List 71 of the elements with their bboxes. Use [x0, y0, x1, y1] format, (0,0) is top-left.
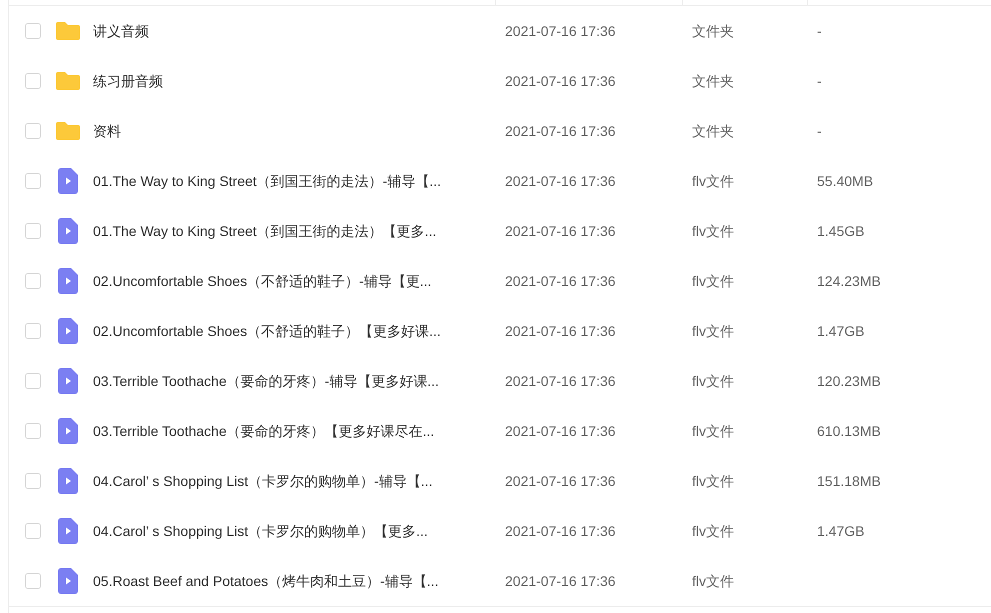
file-type: 文件夹: [692, 122, 734, 138]
folder-icon: [55, 21, 81, 41]
checkbox[interactable]: [25, 173, 41, 189]
file-size: 1.47GB: [817, 522, 864, 538]
file-type: flv文件: [692, 272, 734, 288]
file-size: -: [817, 122, 822, 138]
video-file-icon: [58, 468, 78, 494]
file-name[interactable]: 04.Carol’ s Shopping List（卡罗尔的购物单）-辅导【...: [93, 470, 432, 492]
modified-time: 2021-07-16 17:36: [505, 472, 616, 488]
checkbox[interactable]: [25, 523, 41, 539]
checkbox[interactable]: [25, 23, 41, 39]
file-size: 1.45GB: [817, 222, 864, 238]
checkbox[interactable]: [25, 273, 41, 289]
modified-time: 2021-07-16 17:36: [505, 222, 616, 238]
file-name[interactable]: 04.Carol’ s Shopping List（卡罗尔的购物单）【更多...: [93, 520, 428, 542]
file-size: 55.40MB: [817, 172, 874, 188]
file-size: 120.23MB: [817, 372, 881, 388]
file-name[interactable]: 01.The Way to King Street（到国王街的走法）【更多...: [93, 220, 436, 242]
video-file-icon: [58, 318, 78, 344]
file-type: flv文件: [692, 522, 734, 538]
file-size: -: [817, 72, 822, 88]
file-name[interactable]: 03.Terrible Toothache（要命的牙疼）【更多好课尽在...: [93, 420, 434, 442]
file-type: flv文件: [692, 572, 734, 588]
video-file-icon: [58, 518, 78, 544]
file-name[interactable]: 05.Roast Beef and Potatoes（烤牛肉和土豆）-辅导【...: [93, 570, 438, 592]
file-type: flv文件: [692, 172, 734, 188]
folder-icon: [55, 71, 81, 91]
modified-time: 2021-07-16 17:36: [505, 272, 616, 288]
file-name[interactable]: 03.Terrible Toothache（要命的牙疼）-辅导【更多好课...: [93, 370, 439, 392]
modified-time: 2021-07-16 17:36: [505, 22, 616, 38]
file-name[interactable]: 讲义音频: [93, 20, 149, 42]
checkbox[interactable]: [25, 73, 41, 89]
checkbox[interactable]: [25, 323, 41, 339]
modified-time: 2021-07-16 17:36: [505, 372, 616, 388]
video-file-icon: [58, 568, 78, 594]
file-name[interactable]: 练习册音频: [93, 70, 163, 92]
file-type: 文件夹: [692, 22, 734, 38]
file-size: 1.47GB: [817, 322, 864, 338]
modified-time: 2021-07-16 17:36: [505, 122, 616, 138]
file-name[interactable]: 02.Uncomfortable Shoes（不舒适的鞋子）【更多好课...: [93, 320, 441, 342]
file-type: flv文件: [692, 222, 734, 238]
folder-icon: [55, 121, 81, 141]
modified-time: 2021-07-16 17:36: [505, 422, 616, 438]
modified-time: 2021-07-16 17:36: [505, 522, 616, 538]
file-size: 610.13MB: [817, 422, 881, 438]
video-file-icon: [58, 168, 78, 194]
checkbox[interactable]: [25, 123, 41, 139]
modified-time: 2021-07-16 17:36: [505, 572, 616, 588]
file-type: flv文件: [692, 472, 734, 488]
checkbox[interactable]: [25, 423, 41, 439]
file-name[interactable]: 资料: [93, 120, 121, 142]
checkbox[interactable]: [25, 223, 41, 239]
file-type: flv文件: [692, 422, 734, 438]
video-file-icon: [58, 218, 78, 244]
file-size: 151.18MB: [817, 472, 881, 488]
checkbox[interactable]: [25, 573, 41, 589]
checkbox[interactable]: [25, 473, 41, 489]
file-type: flv文件: [692, 372, 734, 388]
file-size: -: [817, 22, 822, 38]
file-size: 124.23MB: [817, 272, 881, 288]
file-name[interactable]: 02.Uncomfortable Shoes（不舒适的鞋子）-辅导【更...: [93, 270, 432, 292]
modified-time: 2021-07-16 17:36: [505, 172, 616, 188]
video-file-icon: [58, 368, 78, 394]
file-name[interactable]: 01.The Way to King Street（到国王街的走法）-辅导【...: [93, 170, 442, 192]
file-type: 文件夹: [692, 72, 734, 88]
checkbox[interactable]: [25, 373, 41, 389]
file-type: flv文件: [692, 322, 734, 338]
video-file-icon: [58, 418, 78, 444]
video-file-icon: [58, 268, 78, 294]
modified-time: 2021-07-16 17:36: [505, 322, 616, 338]
modified-time: 2021-07-16 17:36: [505, 72, 616, 88]
